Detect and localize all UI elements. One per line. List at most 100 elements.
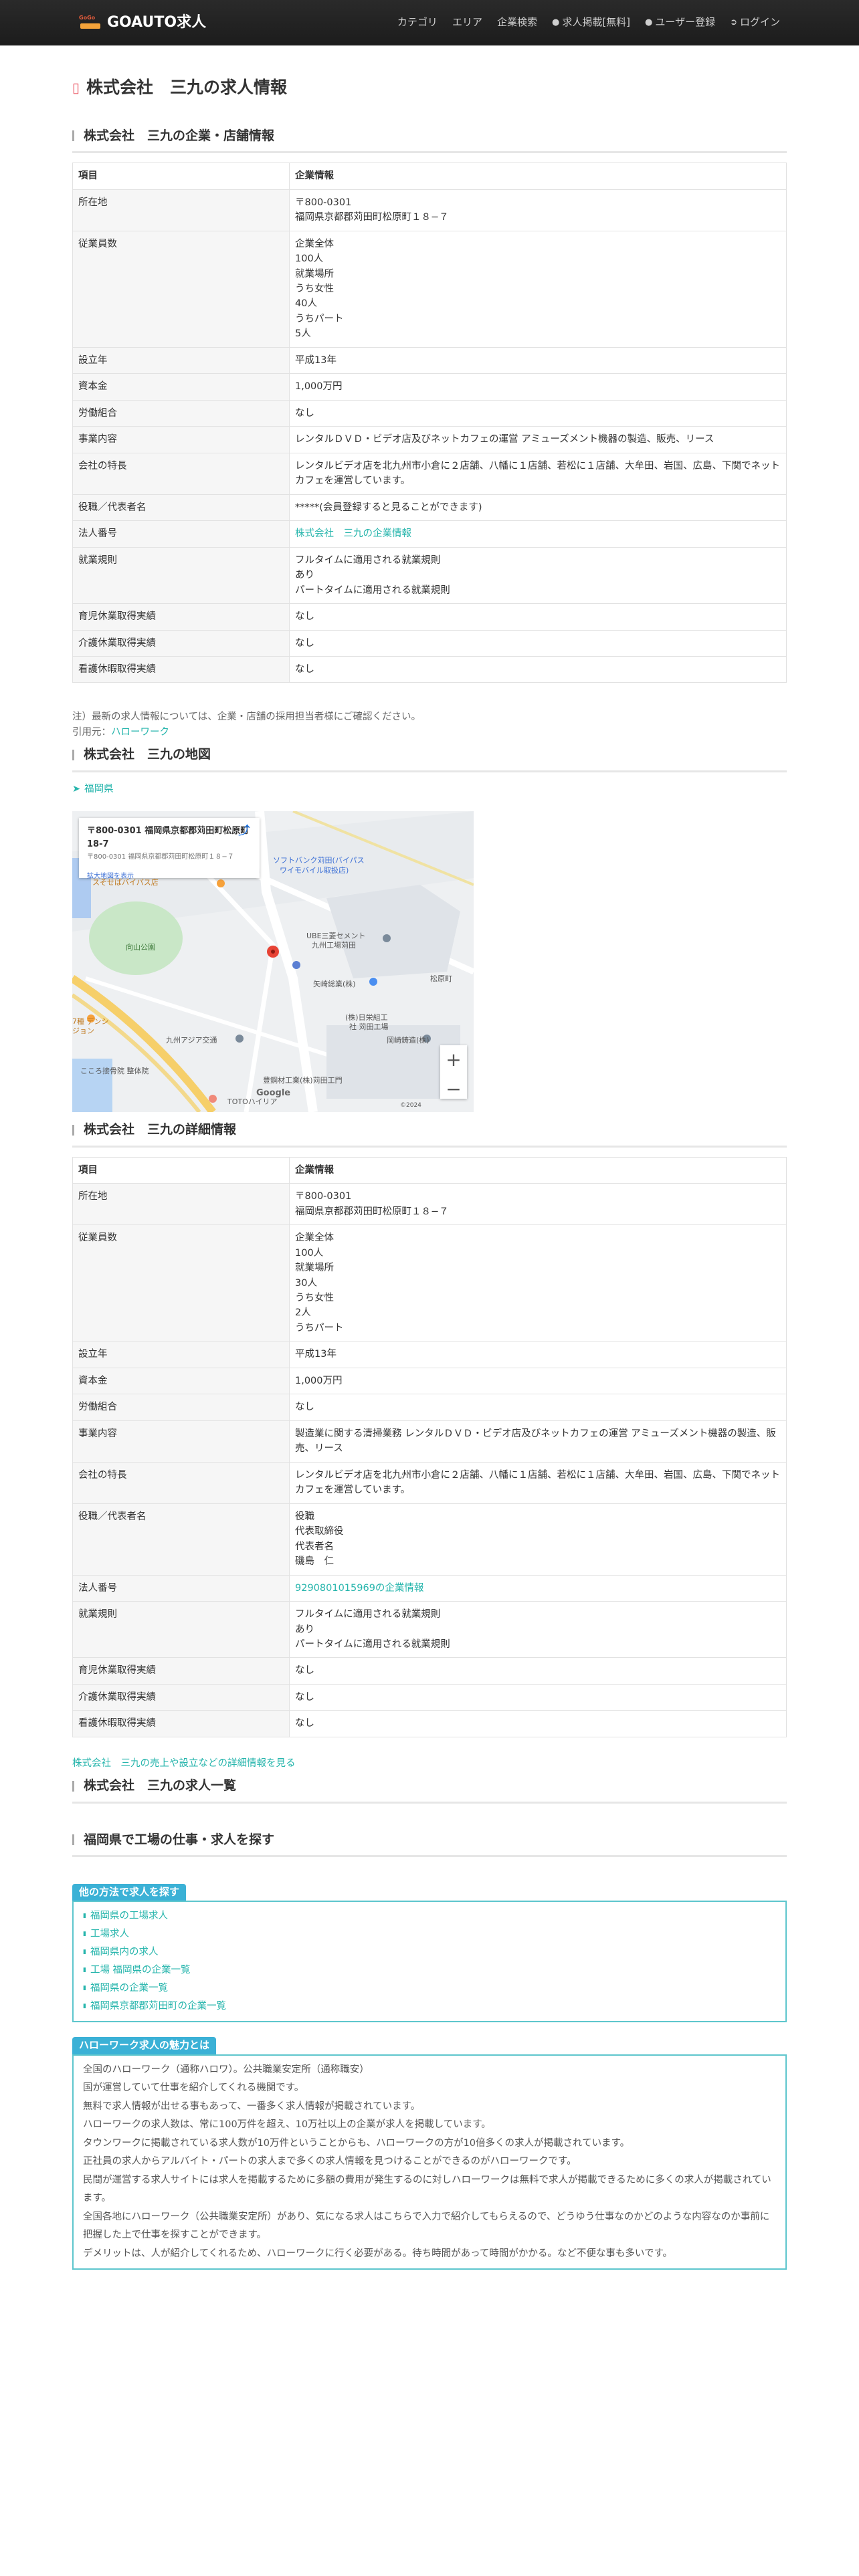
table-row: 設立年 平成13年 [72,346,787,374]
map-label: ワイモバイル取扱店) [280,866,349,875]
detail-more-link[interactable]: 株式会社 三九の売上や設立などの詳細情報を見る [72,1756,787,1771]
nav-register[interactable]: ● ユーザー登録 [645,15,715,30]
corporate-number-link[interactable]: 9290801015969の企業情報 [295,1583,423,1594]
location-link[interactable]: 福岡県 [84,782,114,796]
hellowork-appeal-box: 全国のハローワーク（通称ハロワ）。公共職業安定所（通称職安） 国が運営していて仕事… [72,2054,787,2270]
row-value: なし [295,1665,314,1677]
page-title: ▯ 株式会社 三九の求人情報 [72,78,288,97]
row-key: 従業員数 [72,1224,290,1342]
row-value: *****(会員登録すると見ることができます) [295,502,482,513]
list-item: ▮ 工場 福岡県の企業一覧 [83,1961,776,1979]
row-value: 平成13年 [295,354,337,366]
list-item: ▮ 工場求人 [83,1925,776,1943]
table-row: 介護休業取得実績 なし [72,1683,787,1711]
table-row: 法人番号 株式会社 三九の企業情報 [72,520,787,548]
table-row: 所在地 〒800-0301 福岡県京都郡苅田町松原町１８−７ [72,189,787,231]
map-label: 九州工場苅田 [312,941,356,950]
map-label: 九州アジア交通 [166,1036,217,1045]
other-methods-title: 他の方法で求人を探す [72,1884,187,1901]
row-value-cell: 製造業に関する清掃業務 レンタルＤＶＤ・ビデオ店及びネットカフェの運営 アミュー… [289,1420,787,1463]
row-value-cell: レンタルＤＶＤ・ビデオ店及びネットカフェの運営 アミューズメント機器の製造、販売… [289,426,787,453]
appeal-paragraph: 無料で求人情報が出せる事もあって、一番多く求人情報が掲載されています。 [83,2101,421,2112]
nav-company-search[interactable]: 企業検索 [497,15,537,30]
row-value: 〒800-0301 福岡県京都郡苅田町松原町１８−７ [295,1191,449,1217]
row-value-cell: なし [289,629,787,657]
search-method-link[interactable]: 福岡県内の求人 [90,1943,159,1961]
table-row: 事業内容 製造業に関する清掃業務 レンタルＤＶＤ・ビデオ店及びネットカフェの運営 … [72,1420,787,1463]
table-row: 就業規則 フルタイムに適用される就業規則 あり パートタイムに適用される就業規則 [72,1601,787,1658]
map-label: 向山公園 [126,943,155,952]
table-row: 育児休業取得実績 なし [72,1657,787,1685]
row-key: 就業規則 [72,1601,290,1658]
search-method-link[interactable]: 工場 福岡県の企業一覧 [90,1961,191,1979]
table-row: 設立年 平成13年 [72,1341,787,1368]
row-value: 役職 代表取締役 代表者名 磯島 仁 [295,1511,344,1568]
corporate-number-link[interactable]: 株式会社 三九の企業情報 [295,528,411,539]
company-info-table: 項目 企業情報 所在地 〒800-0301 福岡県京都郡苅田町松原町１８−７ 従業員数企… [72,163,787,683]
appeal-paragraph: ハローワークの求人数は、常に100万件を超え、10万社以上の企業が求人を掲載して… [83,2119,491,2131]
row-key: 事業内容 [72,426,290,453]
list-item: ▮ 福岡県内の求人 [83,1943,776,1961]
zoom-in-button[interactable]: + [446,1045,461,1074]
row-key: 資本金 [72,1367,290,1395]
bookmark-icon: ▯ [72,79,80,96]
bullet-icon: ▮ [83,2003,86,2010]
table-row: 労働組合 なし [72,1394,787,1421]
row-value-cell: 企業全体 100人 就業場所 うち女性 40人 うちパート 5人 [289,230,787,348]
row-value: なし [295,663,314,675]
list-item: ▮ 福岡県京都郡苅田町の企業一覧 [83,1998,776,2016]
search-method-link[interactable]: 工場求人 [90,1925,129,1943]
row-key: 看護休暇取得実績 [72,1710,290,1737]
appeal-paragraph: 国が運営していて仕事を紹介してくれる機関です。 [83,2082,304,2094]
row-value-cell: 株式会社 三九の企業情報 [289,520,787,548]
row-key: 会社の特長 [72,452,290,495]
table-row: 従業員数 企業全体 100人 就業場所 うち女性 40人 うちパート 5人 [72,230,787,348]
nav-login[interactable]: ➲ ログイン [730,15,780,30]
nav-post-job[interactable]: ● 求人掲載[無料] [552,15,630,30]
row-key: 就業規則 [72,546,290,605]
table-row: 労働組合 なし [72,399,787,427]
map-info-card: 〒800-0301 福岡県京都郡苅田町松原町18-7 〒800-0301 福岡県… [79,818,260,880]
table-row: 従業員数 企業全体 100人 就業場所 30人 うち女性 2人 うちパート [72,1224,787,1342]
row-value-cell: 平成13年 [289,346,787,374]
search-method-link[interactable]: 福岡県の企業一覧 [90,1979,168,1998]
row-value: なし [295,1718,314,1729]
table-row: 看護休暇取得実績 なし [72,1710,787,1737]
header-value: 企業情報 [289,1156,787,1184]
row-key: 所在地 [72,189,290,231]
sign-in-icon: ➲ [730,17,737,27]
location-arrow-icon: ➤ [72,783,81,794]
row-value-cell: 〒800-0301 福岡県京都郡苅田町松原町１８−７ [289,1183,787,1226]
row-key: 介護休業取得実績 [72,629,290,657]
jobs-list-heading: 株式会社 三九の求人一覧 [72,1776,787,1804]
detail-info-table: 項目 企業情報 所在地 〒800-0301 福岡県京都郡苅田町松原町１８−７ 従業員数企… [72,1156,787,1737]
row-key: 労働組合 [72,1394,290,1421]
search-method-link[interactable]: 福岡県の工場求人 [90,1907,168,1925]
row-value-cell: 1,000万円 [289,373,787,401]
user-icon: ● [645,17,653,27]
search-method-link[interactable]: 福岡県京都郡苅田町の企業一覧 [90,1998,226,2016]
row-value-cell: *****(会員登録すると見ることができます) [289,494,787,522]
bar-icon [72,130,77,142]
brand-name: GOAUTO求人 [107,13,207,31]
citation: 引用元：ハローワーク [72,726,169,738]
google-map[interactable]: 〒800-0301 福岡県京都郡苅田町松原町18-7 〒800-0301 福岡県… [72,811,474,1113]
table-row: 法人番号 9290801015969の企業情報 [72,1574,787,1602]
row-key: 資本金 [72,373,290,401]
row-value: なし [295,637,314,649]
map-label: 松原町 [430,974,452,984]
zoom-out-button[interactable]: − [446,1075,461,1103]
table-row: 看護休暇取得実績 なし [72,655,787,683]
header-value: 企業情報 [289,163,787,190]
map-label: 矢崎総業(株) [313,980,356,989]
appeal-paragraph: 正社員の求人からアルバイト・パートの求人まで多くの求人情報を見つけることができる… [83,2156,577,2167]
row-value-cell: なし [289,655,787,683]
hellowork-link[interactable]: ハローワーク [111,727,169,738]
directions-icon[interactable]: ⤴ [238,822,250,841]
row-value-cell: レンタルビデオ店を北九州市小倉に２店舗、八幡に１店舗、若松に１店舗、大牟田、岩国… [289,452,787,495]
row-value-cell: なし [289,1710,787,1737]
nav-category[interactable]: カテゴリ [397,15,438,30]
nav-area[interactable]: エリア [452,15,482,30]
row-key: 役職／代表者名 [72,1503,290,1576]
brand-logo-link[interactable]: GoGo GOAUTO求人 [79,11,206,34]
